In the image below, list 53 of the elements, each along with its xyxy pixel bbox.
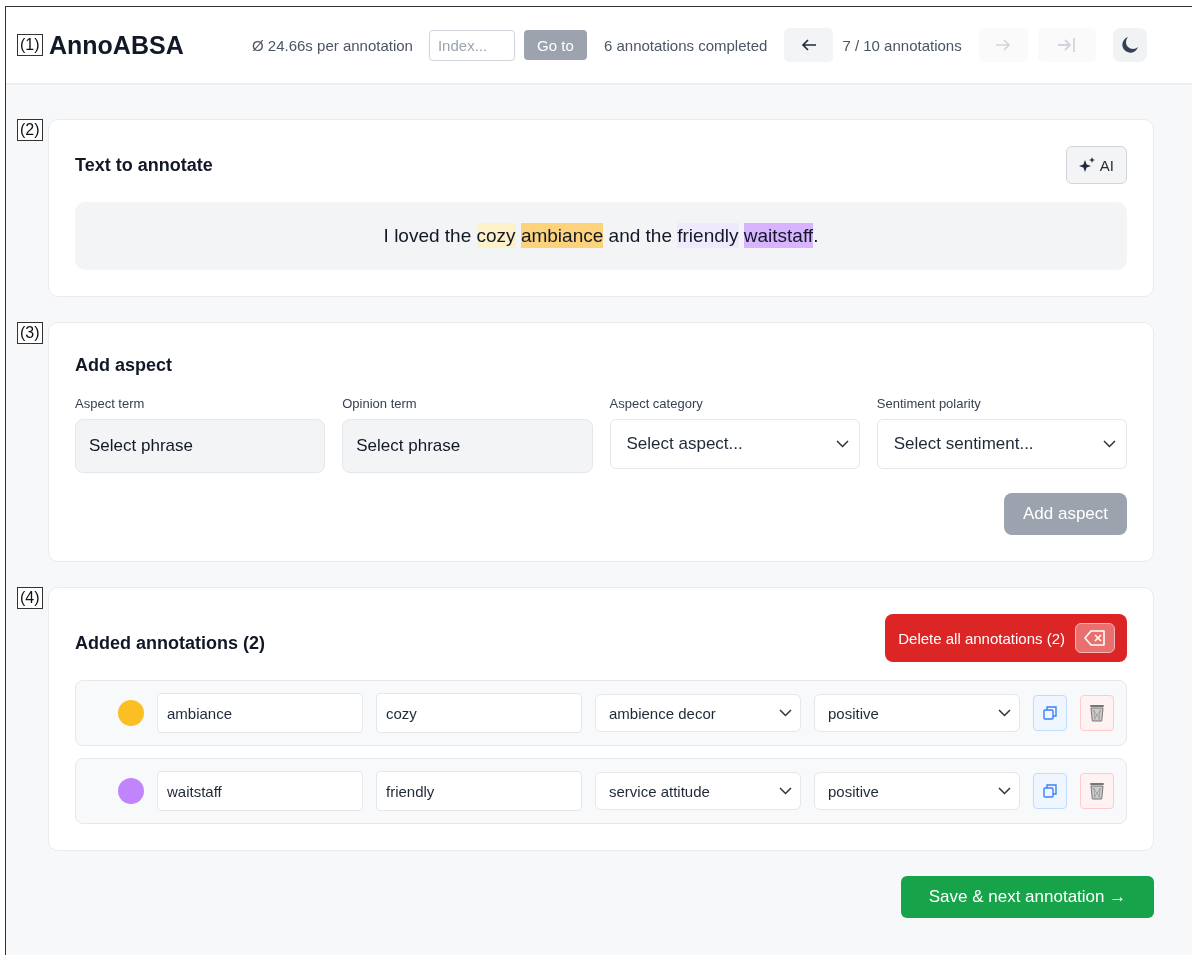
phrase-field[interactable]: Select phrase — [342, 419, 593, 473]
section-marker: (4) — [17, 587, 43, 609]
dropdown[interactable]: Select sentiment... — [876, 419, 1127, 469]
trash-icon — [1089, 782, 1105, 800]
right-arrow-icon — [995, 38, 1012, 52]
completed-count: 6 annotations completed — [603, 36, 768, 54]
chevron-down-icon — [835, 440, 849, 448]
skip-to-end-icon — [1056, 37, 1077, 53]
phrase-field[interactable]: Select phrase — [75, 419, 326, 473]
delete-all-button[interactable]: Delete all annotations (2) — [885, 614, 1127, 662]
aspect-field[interactable]: waitstaff — [157, 771, 363, 811]
backspace-icon — [1075, 623, 1115, 653]
aspect-field[interactable]: ambiance — [157, 693, 363, 733]
copy-icon — [1043, 706, 1057, 720]
field-label: Sentiment polarity — [876, 396, 982, 411]
opinion-field[interactable]: friendly — [376, 771, 582, 811]
section-title: Text to annotate — [75, 154, 213, 176]
position-counter: 7 / 10 annotations — [842, 36, 962, 54]
left-arrow-icon — [800, 38, 817, 52]
category-dropdown[interactable]: service attitude — [595, 772, 801, 810]
app-logo: AnnoABSA — [49, 30, 185, 60]
chevron-down-icon — [779, 709, 792, 717]
field-label: Aspect category — [609, 396, 704, 411]
dark-mode-button[interactable] — [1112, 28, 1147, 62]
copy-icon — [1043, 784, 1057, 798]
chevron-down-icon — [1103, 440, 1116, 448]
chevron-down-icon — [998, 709, 1011, 717]
index-field[interactable]: Index... — [428, 29, 515, 61]
average-time: Ø 24.66s per annotation — [252, 36, 413, 54]
previous-button[interactable] — [784, 28, 834, 62]
duplicate-button[interactable] — [1033, 695, 1067, 731]
moon-icon — [1120, 36, 1139, 54]
category-dropdown[interactable]: ambience decor — [595, 694, 801, 732]
section-marker: (1) — [17, 34, 43, 56]
field-label: Opinion term — [342, 396, 418, 411]
ai-button[interactable]: AI — [1065, 146, 1127, 184]
section-marker: (3) — [17, 322, 43, 344]
annotation-sentence: I loved the cozy ambiance and the friendly waitstaff. — [383, 225, 819, 247]
chevron-down-icon — [998, 787, 1011, 795]
opinion-field[interactable]: cozy — [376, 693, 582, 733]
section-marker: (2) — [17, 119, 43, 141]
delete-button[interactable] — [1080, 695, 1114, 731]
polarity-dropdown[interactable]: positive — [814, 694, 1020, 732]
chevron-down-icon — [779, 787, 792, 795]
delete-button[interactable] — [1080, 773, 1114, 809]
sparkle-icon — [1078, 157, 1095, 173]
dropdown[interactable]: Select aspect... — [609, 419, 860, 469]
section-title: Add aspect — [75, 355, 174, 376]
polarity-dropdown[interactable]: positive — [814, 772, 1020, 810]
field-label: Aspect term — [75, 396, 146, 411]
section-title: Added annotations (2) — [75, 632, 265, 654]
duplicate-button[interactable] — [1033, 773, 1067, 809]
trash-icon — [1089, 704, 1105, 722]
